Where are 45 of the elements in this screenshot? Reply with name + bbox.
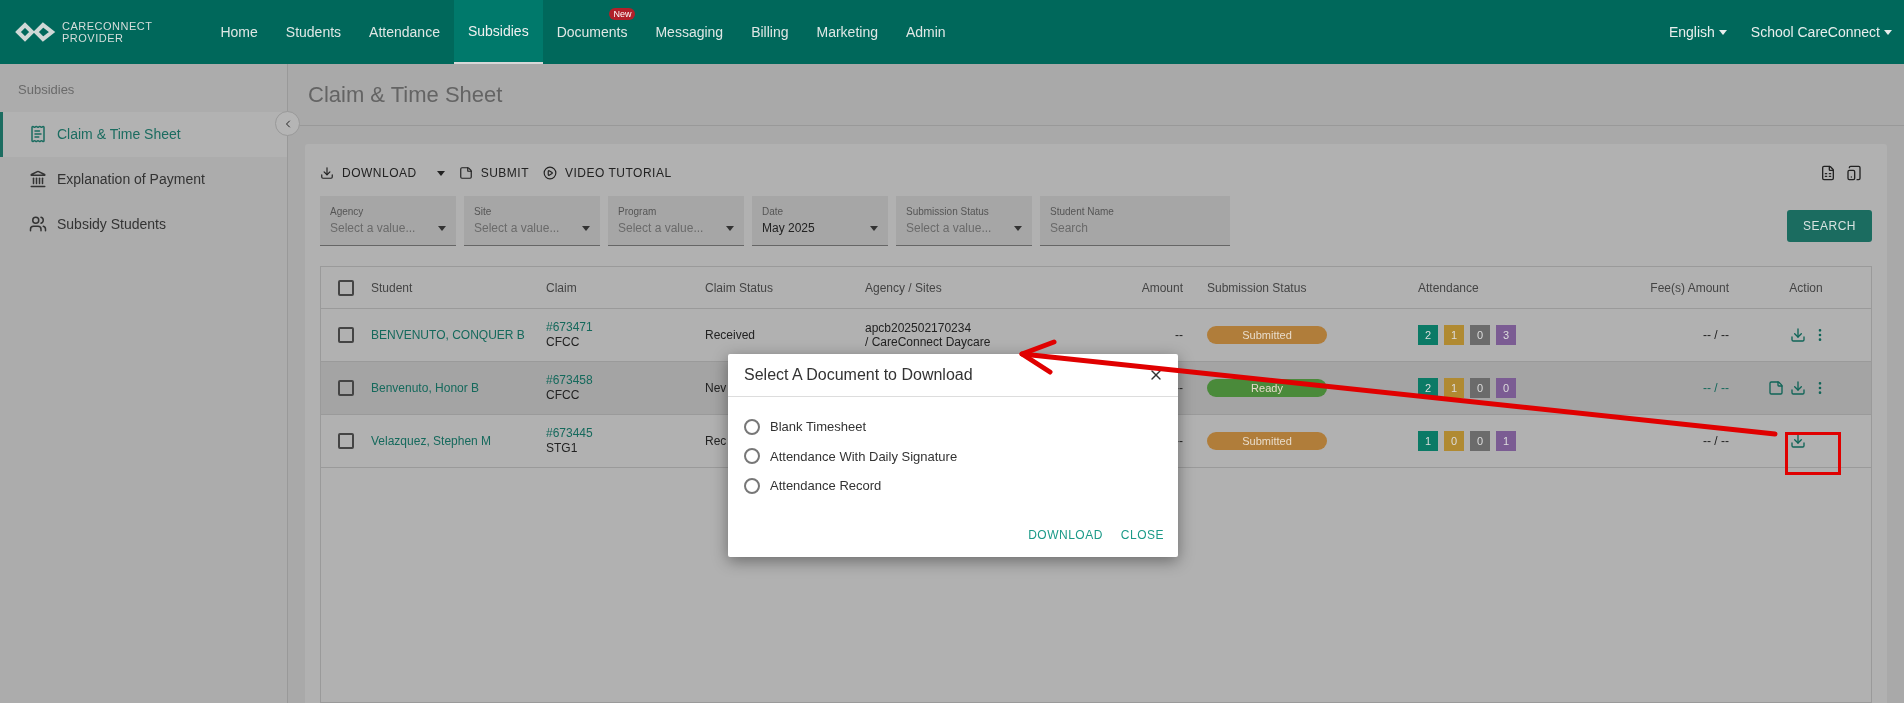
attendance-count: 0: [1496, 378, 1516, 398]
column-header: Amount: [1141, 279, 1184, 297]
fee-amount: -- / --: [1703, 380, 1730, 397]
amount-text: --: [1175, 327, 1184, 344]
status-badge: Submitted: [1207, 432, 1327, 450]
column-header: Student: [371, 279, 414, 297]
option-label: Attendance Record: [770, 477, 882, 495]
agency-text: apcb202502170234: [865, 321, 973, 335]
column-header: Attendance: [1418, 279, 1480, 297]
brand-subtitle: PROVIDER: [62, 32, 125, 44]
attendance-count: 0: [1470, 325, 1490, 345]
attendance-count: 0: [1444, 431, 1464, 451]
option-label: Blank Timesheet: [770, 418, 867, 436]
program-code: CFCC: [546, 335, 581, 350]
attendance-count: 2: [1418, 325, 1438, 345]
claim-status: Rec: [705, 433, 728, 450]
option-label: Attendance With Daily Signature: [770, 447, 958, 466]
program-code: STG1: [546, 441, 579, 456]
agency-text: / CareConnect Daycare: [865, 335, 992, 349]
amount-text: --: [1175, 433, 1184, 450]
new-badge: New: [609, 8, 636, 20]
column-header: Claim Status: [705, 279, 775, 297]
amount-text: --: [1175, 380, 1184, 397]
brand-name: CARECONNECT: [62, 20, 153, 32]
attendance-count: 1: [1496, 431, 1516, 451]
attendance-count: 1: [1418, 431, 1438, 451]
column-header: Agency / Sites: [865, 279, 943, 297]
sidebar-heading: Subsidies: [17, 81, 76, 99]
column-header: Submission Status: [1206, 279, 1308, 297]
claim-status: Nev: [705, 380, 728, 397]
attendance-count: 1: [1444, 325, 1464, 345]
column-header: Fee(s) Amount: [1650, 279, 1730, 297]
fee-amount: -- / --: [1703, 327, 1730, 344]
attendance-count: 3: [1496, 325, 1516, 345]
attendance-count: 0: [1470, 431, 1490, 451]
claim-status: Received: [705, 327, 757, 344]
column-header: Claim: [546, 279, 578, 297]
fee-amount: -- / --: [1703, 433, 1730, 450]
page-title: Claim & Time Sheet: [308, 81, 503, 109]
program-code: CFCC: [546, 388, 581, 403]
column-header: Action: [1789, 279, 1823, 297]
attendance-count: 1: [1444, 378, 1464, 398]
status-badge: Submitted: [1207, 326, 1327, 344]
attendance-count: 0: [1470, 378, 1490, 398]
dialog-title: Select A Document to Download: [744, 365, 973, 385]
